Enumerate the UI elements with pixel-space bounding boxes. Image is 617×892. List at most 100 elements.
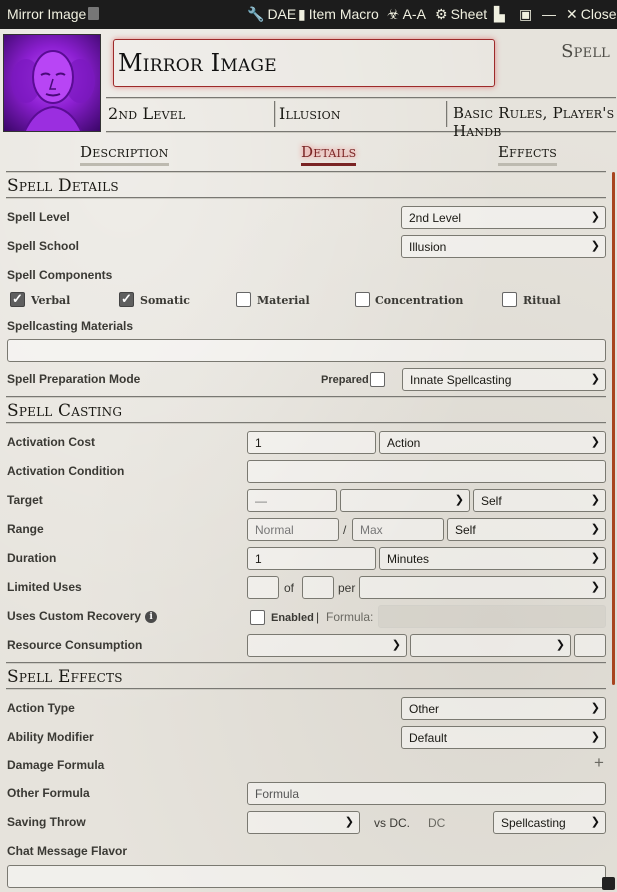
chat-flavor-label: Chat Message Flavor bbox=[7, 844, 128, 858]
a-a-button[interactable]: ☣ A-A bbox=[387, 6, 426, 23]
recovery-enabled-checkbox[interactable] bbox=[250, 610, 265, 625]
range-max-input[interactable]: Max bbox=[352, 518, 444, 541]
info-icon[interactable]: i bbox=[145, 611, 158, 623]
activation-condition-label: Activation Condition bbox=[7, 464, 125, 478]
add-damage-icon[interactable]: + bbox=[594, 753, 604, 773]
chevron-down-icon: ❯ bbox=[590, 731, 600, 743]
section-spell-casting: Spell Casting bbox=[6, 396, 606, 424]
range-normal-input[interactable]: Normal bbox=[247, 518, 339, 541]
header-spell-level: 2nd Level bbox=[108, 104, 186, 123]
window-title: Mirror Image bbox=[7, 6, 87, 22]
preparation-mode-select[interactable]: Innate Spellcasting ❯ bbox=[402, 368, 606, 391]
chevron-down-icon: ❯ bbox=[590, 702, 600, 714]
activation-cost-label: Activation Cost bbox=[7, 435, 96, 449]
activation-type-select[interactable]: Action ❯ bbox=[379, 431, 606, 454]
close-button[interactable]: ✕ Close bbox=[566, 6, 617, 23]
close-icon: ✕ bbox=[566, 6, 578, 22]
saving-dc-input[interactable]: DC bbox=[420, 811, 490, 834]
bookmark-button[interactable]: ▙ bbox=[494, 6, 508, 23]
ability-modifier-select[interactable]: Default ❯ bbox=[401, 726, 606, 749]
section-heading: Spell Casting bbox=[7, 401, 123, 421]
uses-value-input[interactable] bbox=[247, 576, 279, 599]
other-formula-label: Other Formula bbox=[7, 786, 90, 800]
recovery-formula-label: Formula: bbox=[326, 610, 374, 624]
section-spell-details: Spell Details bbox=[6, 171, 606, 199]
consumption-amount-input[interactable] bbox=[574, 634, 606, 657]
target-value-input[interactable]: — bbox=[247, 489, 337, 512]
chevron-down-icon: ❯ bbox=[590, 552, 600, 564]
duration-label: Duration bbox=[7, 551, 57, 565]
scrollbar[interactable] bbox=[612, 172, 615, 685]
journal-button[interactable]: ▣ bbox=[519, 6, 535, 23]
wrench-icon: 🔧 bbox=[247, 6, 265, 22]
activation-condition-input[interactable] bbox=[247, 460, 606, 483]
tab-details[interactable]: Details bbox=[301, 143, 357, 166]
recovery-enabled-label: Enabled bbox=[271, 612, 314, 624]
chevron-down-icon: ❯ bbox=[590, 373, 600, 385]
chevron-down-icon: ❯ bbox=[590, 523, 600, 535]
chevron-down-icon: ❯ bbox=[590, 494, 600, 506]
limited-uses-label: Limited Uses bbox=[7, 580, 82, 594]
chevron-down-icon: ❯ bbox=[344, 816, 354, 828]
duration-value-input[interactable]: 1 bbox=[247, 547, 376, 570]
concentration-label: Concentration bbox=[375, 294, 464, 307]
concentration-checkbox[interactable] bbox=[355, 292, 370, 307]
material-label: Material bbox=[257, 294, 310, 307]
bookmark-icon: ▙ bbox=[494, 6, 505, 22]
consumption-target-select[interactable]: ❯ bbox=[410, 634, 571, 657]
window-titlebar: Mirror Image 🔧 DAE ▮ Item Macro ☣ A-A ⚙ Shee… bbox=[0, 0, 617, 29]
saving-ability-select[interactable]: ❯ bbox=[247, 811, 360, 834]
materials-input[interactable] bbox=[7, 339, 606, 362]
spell-school-select[interactable]: Illusion ❯ bbox=[401, 235, 606, 258]
prepared-checkbox[interactable] bbox=[370, 372, 385, 387]
header-source[interactable]: Basic Rules, Player's Handb bbox=[453, 104, 617, 140]
material-checkbox[interactable] bbox=[236, 292, 251, 307]
item-name-input[interactable]: Mirror Image bbox=[113, 39, 495, 87]
verbal-checkbox[interactable] bbox=[10, 291, 25, 307]
preparation-mode-label: Spell Preparation Mode bbox=[7, 372, 141, 386]
custom-recovery-label: Uses Custom Recovery i bbox=[7, 609, 158, 623]
ritual-checkbox[interactable] bbox=[502, 292, 517, 307]
gear-icon: ⚙ bbox=[435, 6, 448, 22]
dae-button[interactable]: 🔧 DAE bbox=[247, 6, 296, 23]
spell-school-label: Spell School bbox=[7, 239, 80, 253]
item-sheet-body: Mirror Image Spell 2nd Level Illusion Ba… bbox=[0, 29, 617, 892]
target-label: Target bbox=[7, 493, 43, 507]
activation-cost-input[interactable]: 1 bbox=[247, 431, 376, 454]
uses-period-select[interactable]: ❯ bbox=[359, 576, 606, 599]
recovery-separator: | bbox=[316, 610, 320, 624]
target-units-select[interactable]: ❯ bbox=[340, 489, 470, 512]
spell-level-select[interactable]: 2nd Level ❯ bbox=[401, 206, 606, 229]
saving-scaling-select[interactable]: Spellcasting ❯ bbox=[493, 811, 606, 834]
item-portrait[interactable] bbox=[3, 34, 101, 132]
somatic-checkbox[interactable] bbox=[119, 291, 134, 307]
biohazard-icon: ☣ bbox=[387, 6, 400, 22]
chevron-down-icon: ❯ bbox=[590, 436, 600, 448]
saving-throw-label: Saving Throw bbox=[7, 815, 86, 829]
resize-handle-icon[interactable] bbox=[602, 877, 615, 890]
duration-units-select[interactable]: Minutes ❯ bbox=[379, 547, 606, 570]
materials-label: Spellcasting Materials bbox=[7, 319, 134, 333]
target-type-select[interactable]: Self ❯ bbox=[473, 489, 606, 512]
item-macro-button[interactable]: ▮ Item Macro bbox=[298, 6, 379, 23]
document-id-icon[interactable] bbox=[88, 7, 99, 20]
uses-max-input[interactable] bbox=[302, 576, 334, 599]
recovery-formula-input[interactable] bbox=[378, 605, 606, 628]
item-type: Spell bbox=[561, 41, 610, 62]
range-units-select[interactable]: Self ❯ bbox=[447, 518, 606, 541]
minimize-button[interactable]: — bbox=[542, 6, 559, 22]
consumption-type-select[interactable]: ❯ bbox=[247, 634, 407, 657]
sheet-button[interactable]: ⚙ Sheet bbox=[435, 6, 487, 23]
action-type-select[interactable]: Other ❯ bbox=[401, 697, 606, 720]
section-spell-effects: Spell Effects bbox=[6, 662, 606, 690]
prepared-label: Prepared bbox=[321, 374, 369, 386]
tab-description[interactable]: Description bbox=[80, 143, 169, 166]
resource-consumption-label: Resource Consumption bbox=[7, 638, 143, 652]
other-formula-input[interactable]: Formula bbox=[247, 782, 606, 805]
verbal-label: Verbal bbox=[31, 294, 71, 307]
mirror-image-icon bbox=[11, 50, 95, 131]
ability-modifier-label: Ability Modifier bbox=[7, 730, 94, 744]
action-type-label: Action Type bbox=[7, 701, 75, 715]
tab-effects[interactable]: Effects bbox=[498, 143, 557, 166]
chat-flavor-input[interactable] bbox=[7, 865, 606, 888]
